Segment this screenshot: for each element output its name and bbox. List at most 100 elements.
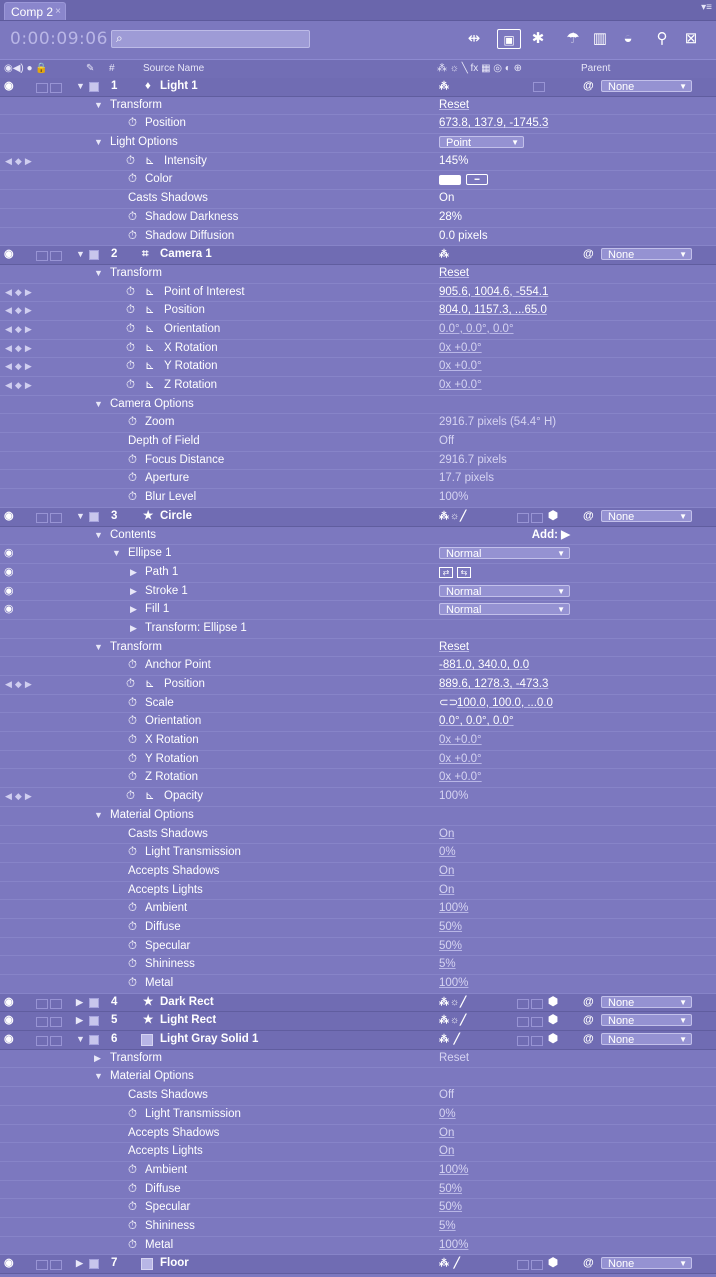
graph-editor-icon[interactable]: ⚲	[650, 29, 674, 49]
property-value[interactable]: 0x +0.0°	[439, 732, 482, 750]
eye-icon[interactable]: ◉	[4, 601, 14, 619]
property-value[interactable]: On	[439, 882, 454, 900]
layer-row[interactable]: ◉ ▼ 6 Light Gray Solid 1 ⁂ ╱ ⬢ @ None ▼	[0, 1031, 716, 1050]
property-row[interactable]: ⏱ X Rotation 0x +0.0°	[0, 732, 716, 751]
property-value[interactable]: 100%	[439, 1162, 468, 1180]
light-type-dropdown[interactable]: Point ▼	[439, 136, 524, 149]
expand-arrow-icon[interactable]: ▶	[130, 564, 137, 582]
expand-arrow-icon[interactable]: ▶	[76, 1255, 83, 1273]
property-row[interactable]: Accepts Lights On	[0, 1143, 716, 1162]
path-direction-icon[interactable]: ⇄	[439, 566, 453, 578]
property-row[interactable]: ◀◆▶ ⏱ ⊾ Y Rotation 0x +0.0°	[0, 358, 716, 377]
blend-mode-dropdown[interactable]: Normal ▼	[439, 547, 570, 560]
keyframe-nav-icon[interactable]: ◀◆▶	[5, 788, 35, 806]
eyedropper-icon[interactable]: ━	[466, 174, 488, 186]
property-row[interactable]: ⏱ Color ━	[0, 171, 716, 191]
stopwatch-active-icon[interactable]: ⏱	[126, 284, 135, 302]
graph-icon[interactable]: ⊾	[145, 340, 155, 358]
expand-arrow-icon[interactable]: ▼	[94, 807, 103, 825]
3d-cube-icon[interactable]: ⬢	[548, 1012, 558, 1030]
expand-arrow-icon[interactable]: ▶	[130, 601, 137, 619]
keyframe-nav-icon[interactable]: ◀◆▶	[5, 676, 35, 694]
3d-cube-icon[interactable]: ⬢	[548, 508, 558, 526]
property-group[interactable]: ▼ Contents Add: ▶	[0, 527, 716, 546]
expand-arrow-icon[interactable]: ▼	[76, 508, 85, 526]
property-row[interactable]: ⏱ Shadow Darkness 28%	[0, 209, 716, 228]
stopwatch-active-icon[interactable]: ⏱	[126, 358, 135, 376]
property-row[interactable]: ⏱ Zoom 2916.7 pixels (54.4° H)	[0, 414, 716, 434]
property-value[interactable]: 100.0, 100.0, ...0.0	[457, 695, 553, 713]
frame-blending-icon[interactable]: ▥	[588, 29, 612, 49]
property-row[interactable]: Depth of Field Off	[0, 433, 716, 452]
keyframe-nav-icon[interactable]: ◀◆▶	[5, 358, 35, 376]
keyframe-nav-icon[interactable]: ◀◆▶	[5, 340, 35, 358]
stopwatch-icon[interactable]: ⏱	[128, 695, 137, 713]
property-row[interactable]: ⏱ Orientation 0.0°, 0.0°, 0.0°	[0, 713, 716, 733]
property-row[interactable]: Casts Shadows On	[0, 826, 716, 845]
stopwatch-icon[interactable]: ⏱	[128, 115, 137, 133]
3d-switch-box[interactable]	[533, 82, 545, 92]
property-value[interactable]: 50%	[439, 1199, 462, 1217]
property-row[interactable]: ⏱ Light Transmission 0%	[0, 844, 716, 863]
graph-icon[interactable]: ⊾	[145, 284, 155, 302]
stopwatch-icon[interactable]: ⏱	[128, 414, 137, 432]
property-value[interactable]: 100%	[439, 975, 468, 993]
property-row[interactable]: ⏱ Shadow Diffusion 0.0 pixels	[0, 228, 716, 247]
property-value[interactable]: 0x +0.0°	[439, 358, 482, 376]
layer-row[interactable]: ◉ ▼ 1 ♦ Light 1 ⁂ @ None ▼	[0, 78, 716, 97]
eye-icon[interactable]: ◉	[4, 1255, 14, 1273]
property-row[interactable]: ◀◆▶ ⏱ ⊾ Orientation 0.0°, 0.0°, 0.0°	[0, 321, 716, 340]
expand-arrow-icon[interactable]: ▼	[94, 1068, 103, 1086]
stopwatch-icon[interactable]: ⏱	[128, 209, 137, 227]
property-row[interactable]: Casts Shadows On	[0, 190, 716, 209]
graph-icon[interactable]: ⊾	[145, 377, 155, 395]
property-value[interactable]: On	[439, 1143, 454, 1161]
property-value[interactable]: 804.0, 1157.3, ...65.0	[439, 302, 547, 320]
stopwatch-active-icon[interactable]: ⏱	[126, 340, 135, 358]
stopwatch-icon[interactable]: ⏱	[128, 171, 137, 189]
property-row[interactable]: Accepts Shadows On	[0, 863, 716, 882]
property-value[interactable]: 28%	[439, 209, 462, 227]
stopwatch-icon[interactable]: ⏱	[128, 919, 137, 937]
property-row[interactable]: Casts Shadows Off	[0, 1087, 716, 1106]
property-value[interactable]: 0.0 pixels	[439, 228, 488, 246]
stopwatch-icon[interactable]: ⏱	[128, 751, 137, 769]
property-value[interactable]: 0%	[439, 844, 456, 862]
stopwatch-icon[interactable]: ⏱	[128, 938, 137, 956]
blend-mode-dropdown[interactable]: Normal ▼	[439, 584, 570, 598]
switch-boxes[interactable]	[517, 1259, 545, 1271]
expand-arrow-icon[interactable]: ▼	[94, 97, 103, 115]
comp-mini-flowchart-icon[interactable]: ⇹	[460, 29, 488, 49]
keyframe-nav-icon[interactable]: ◀◆▶	[5, 153, 35, 171]
layer-row[interactable]: ◉ ▼ 2 ⌗ Camera 1 ⁂ @ None ▼	[0, 246, 716, 265]
property-group[interactable]: ◉ ▶ Path 1 ⇄ ⇆	[0, 564, 716, 583]
graph-icon[interactable]: ⊾	[145, 358, 155, 376]
property-row[interactable]: Accepts Lights On	[0, 882, 716, 901]
property-value[interactable]: 50%	[439, 938, 462, 956]
link-icon[interactable]: ⊂⊃	[439, 695, 458, 713]
property-row[interactable]: ⏱ Anchor Point -881.0, 340.0, 0.0	[0, 657, 716, 676]
property-row[interactable]: ⏱ Metal 100%	[0, 975, 716, 994]
layer-name[interactable]: Camera 1	[160, 246, 212, 264]
tab-comp-2[interactable]: Comp 2 ×	[4, 2, 66, 20]
stopwatch-icon[interactable]: ⏱	[128, 713, 137, 731]
property-row[interactable]: ⏱ Light Transmission 0%	[0, 1106, 716, 1125]
switch-boxes[interactable]	[517, 998, 545, 1009]
current-time-display[interactable]: 0:00:09:06	[10, 29, 108, 49]
stopwatch-active-icon[interactable]: ⏱	[126, 788, 135, 806]
parent-dropdown[interactable]: None ▼	[601, 1257, 692, 1270]
parent-dropdown[interactable]: None ▼	[601, 509, 692, 523]
color-swatch[interactable]	[439, 175, 461, 186]
stopwatch-icon[interactable]: ⏱	[128, 900, 137, 918]
property-value[interactable]: 145%	[439, 153, 468, 171]
pickwhip-icon[interactable]: @	[583, 246, 594, 264]
property-value[interactable]: -881.0, 340.0, 0.0	[439, 657, 529, 675]
stopwatch-active-icon[interactable]: ⏱	[126, 676, 135, 694]
solo-lock-boxes[interactable]	[36, 82, 64, 93]
reset-link[interactable]: Reset	[439, 639, 469, 657]
eye-icon[interactable]: ◉	[4, 1012, 14, 1030]
property-row[interactable]: ◀◆▶ ⏱ ⊾ Point of Interest 905.6, 1004.6,…	[0, 284, 716, 303]
property-group[interactable]: ◉ ▼ Ellipse 1 Normal ▼	[0, 545, 716, 564]
layer-row[interactable]: ◉ ▼ 3 ★ Circle ⁂☼╱ ⬢ @ None ▼	[0, 507, 716, 527]
property-row[interactable]: ⏱ Scale ⊂⊃ 100.0, 100.0, ...0.0	[0, 695, 716, 714]
